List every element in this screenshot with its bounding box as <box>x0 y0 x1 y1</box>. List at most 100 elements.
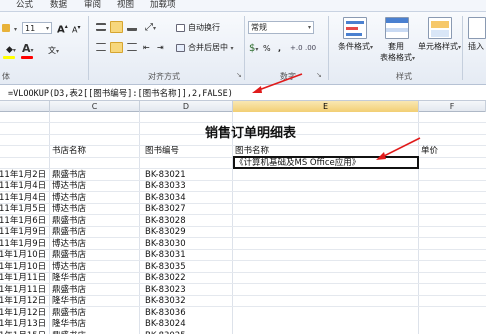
format-painter-icon[interactable] <box>2 24 10 32</box>
header-price[interactable]: 单价 <box>421 145 438 157</box>
table-cell-date[interactable]: 1年1月12日 <box>0 307 46 319</box>
column-header-e[interactable]: E <box>233 101 419 112</box>
table-cell-book-id[interactable]: BK-83029 <box>145 226 186 238</box>
table-cell-book-id[interactable]: BK-83025 <box>145 330 186 334</box>
align-dialog-launcher-icon[interactable]: ↘ <box>236 70 242 81</box>
tab-addins[interactable]: 加载项 <box>150 0 176 11</box>
shrink-font-button[interactable]: A▾ <box>72 22 81 36</box>
column-header-c[interactable]: C <box>50 101 140 112</box>
number-dialog-launcher-icon[interactable]: ↘ <box>316 70 322 81</box>
table-format-button-line1[interactable]: 套用 <box>388 41 404 52</box>
phonetic-button[interactable]: 文▾ <box>48 45 59 57</box>
table-cell-store[interactable]: 隆华书店 <box>52 318 86 330</box>
column-header-d[interactable]: D <box>140 101 233 112</box>
column-header-b[interactable] <box>0 101 50 112</box>
align-left-icon[interactable] <box>96 43 106 51</box>
tab-view[interactable]: 视图 <box>117 0 134 11</box>
conditional-format-button[interactable]: 条件格式▾ <box>338 41 373 53</box>
fill-color-button[interactable]: ◆▾ <box>6 45 16 56</box>
header-store[interactable]: 书店名称 <box>52 145 86 157</box>
table-cell-date[interactable]: 11年1月5日 <box>0 203 46 215</box>
table-cell-book-id[interactable]: BK-83023 <box>145 284 186 296</box>
table-cell-store[interactable]: 鼎盛书店 <box>52 169 86 181</box>
orientation-button[interactable]: ⤢▾ <box>145 22 156 34</box>
merge-center-button[interactable]: 合并后居中 ▾ <box>188 42 234 54</box>
table-cell-book-id[interactable]: BK-83032 <box>145 295 186 307</box>
table-cell-store[interactable]: 博达书店 <box>52 180 86 192</box>
table-cell-store[interactable]: 鼎盛书店 <box>52 226 86 238</box>
table-cell-store[interactable]: 鼎盛书店 <box>52 215 86 227</box>
table-cell-book-id[interactable]: BK-83021 <box>145 169 186 181</box>
formula-text[interactable]: =VLOOKUP(D3,表2[[图书编号]:[图书名称]],2,FALSE) <box>8 87 233 99</box>
table-cell-store[interactable]: 博达书店 <box>52 238 86 250</box>
tab-review[interactable]: 审阅 <box>84 0 101 11</box>
table-cell-date[interactable]: 11年1月4日 <box>0 192 46 204</box>
align-right-icon[interactable] <box>127 43 137 51</box>
number-format-select[interactable]: 常规 ▾ <box>248 21 314 34</box>
table-cell-book-id[interactable]: BK-83033 <box>145 180 186 192</box>
wrap-text-button[interactable]: 自动换行 <box>188 22 220 33</box>
active-cell-value[interactable]: 《计算机基础及MS Office应用》 <box>235 157 360 169</box>
table-cell-book-id[interactable]: BK-83028 <box>145 215 186 227</box>
table-cell-store[interactable]: 博达书店 <box>52 261 86 273</box>
table-cell-book-id[interactable]: BK-83031 <box>145 249 186 261</box>
table-cell-date[interactable]: 11年1月9日 <box>0 238 46 250</box>
insert-cells-icon <box>468 17 486 39</box>
table-cell-date[interactable]: 1年1月12日 <box>0 295 46 307</box>
table-cell-date[interactable]: 11年1月2日 <box>0 169 46 181</box>
tab-data[interactable]: 数据 <box>50 0 67 11</box>
table-cell-date[interactable]: 11年1月4日 <box>0 180 46 192</box>
font-size-dropdown-left[interactable]: ▾ <box>14 23 17 35</box>
font-color-button[interactable]: A▾ <box>22 43 34 56</box>
table-cell-date[interactable]: 1年1月13日 <box>0 318 46 330</box>
table-cell-date[interactable]: 1年1月10日 <box>0 249 46 261</box>
table-cell-store[interactable]: 博达书店 <box>52 203 86 215</box>
font-size-input[interactable]: 11 ▾ <box>22 22 52 34</box>
number-format-value: 常规 <box>251 23 267 32</box>
table-cell-book-id[interactable]: BK-83035 <box>145 261 186 273</box>
table-cell-store[interactable]: 鼎盛书店 <box>52 249 86 261</box>
table-cell-date[interactable]: 1年1月10日 <box>0 261 46 273</box>
insert-button[interactable]: 插入 <box>468 41 484 52</box>
currency-button[interactable]: $▾ <box>249 43 258 55</box>
table-cell-date[interactable]: 1年1月11日 <box>0 284 46 296</box>
table-cell-date[interactable]: 11年1月6日 <box>0 215 46 227</box>
table-cell-store[interactable]: 鼎盛书店 <box>52 284 86 296</box>
table-cell-book-id[interactable]: BK-83034 <box>145 192 186 204</box>
sheet-title: 销售订单明细表 <box>205 126 297 141</box>
merge-center-icon <box>176 44 185 52</box>
increase-decimal-button[interactable]: +.0 <box>290 43 303 54</box>
table-cell-store[interactable]: 鼎盛书店 <box>52 330 86 334</box>
table-cell-date[interactable]: 1年1月15日 <box>0 330 46 334</box>
table-cell-store[interactable]: 隆华书店 <box>52 295 86 307</box>
cell-styles-button[interactable]: 单元格样式▾ <box>418 41 461 53</box>
table-cell-book-id[interactable]: BK-83024 <box>145 318 186 330</box>
decrease-decimal-button[interactable]: .00 <box>305 43 316 54</box>
fill-color-bar <box>3 56 15 59</box>
table-cell-store[interactable]: 隆华书店 <box>52 272 86 284</box>
percent-button[interactable]: % <box>263 43 271 54</box>
table-cell-store[interactable]: 鼎盛书店 <box>52 307 86 319</box>
group-divider <box>462 16 463 80</box>
align-middle-icon[interactable] <box>110 21 123 33</box>
header-book-id[interactable]: 图书编号 <box>145 145 179 157</box>
table-cell-book-id[interactable]: BK-83022 <box>145 272 186 284</box>
table-format-button-line2[interactable]: 表格格式▾ <box>380 52 415 64</box>
table-cell-book-id[interactable]: BK-83027 <box>145 203 186 215</box>
align-top-icon[interactable] <box>96 23 106 31</box>
tab-formulas[interactable]: 公式 <box>16 0 33 11</box>
formula-bar[interactable]: =VLOOKUP(D3,表2[[图书编号]:[图书名称]],2,FALSE) <box>0 85 486 101</box>
align-center-icon[interactable] <box>110 42 123 53</box>
table-cell-date[interactable]: 11年1月9日 <box>0 226 46 238</box>
table-cell-book-id[interactable]: BK-83036 <box>145 307 186 319</box>
table-cell-date[interactable]: 1年1月11日 <box>0 272 46 284</box>
column-header-f[interactable]: F <box>419 101 486 112</box>
decrease-indent-button[interactable]: ⇤ <box>143 42 150 53</box>
table-cell-book-id[interactable]: BK-83030 <box>145 238 186 250</box>
table-cell-store[interactable]: 博达书店 <box>52 192 86 204</box>
align-bottom-icon[interactable] <box>127 23 137 31</box>
grow-font-button[interactable]: A▴ <box>57 21 68 35</box>
comma-button[interactable]: , <box>278 43 281 54</box>
ribbon: ▾ 11 ▾ A▴ A▾ ◆▾ A▾ 文▾ 体 ⤢▾ 自动换行 ⇤ ⇥ 合并后居… <box>0 12 486 85</box>
increase-indent-button[interactable]: ⇥ <box>157 42 164 53</box>
